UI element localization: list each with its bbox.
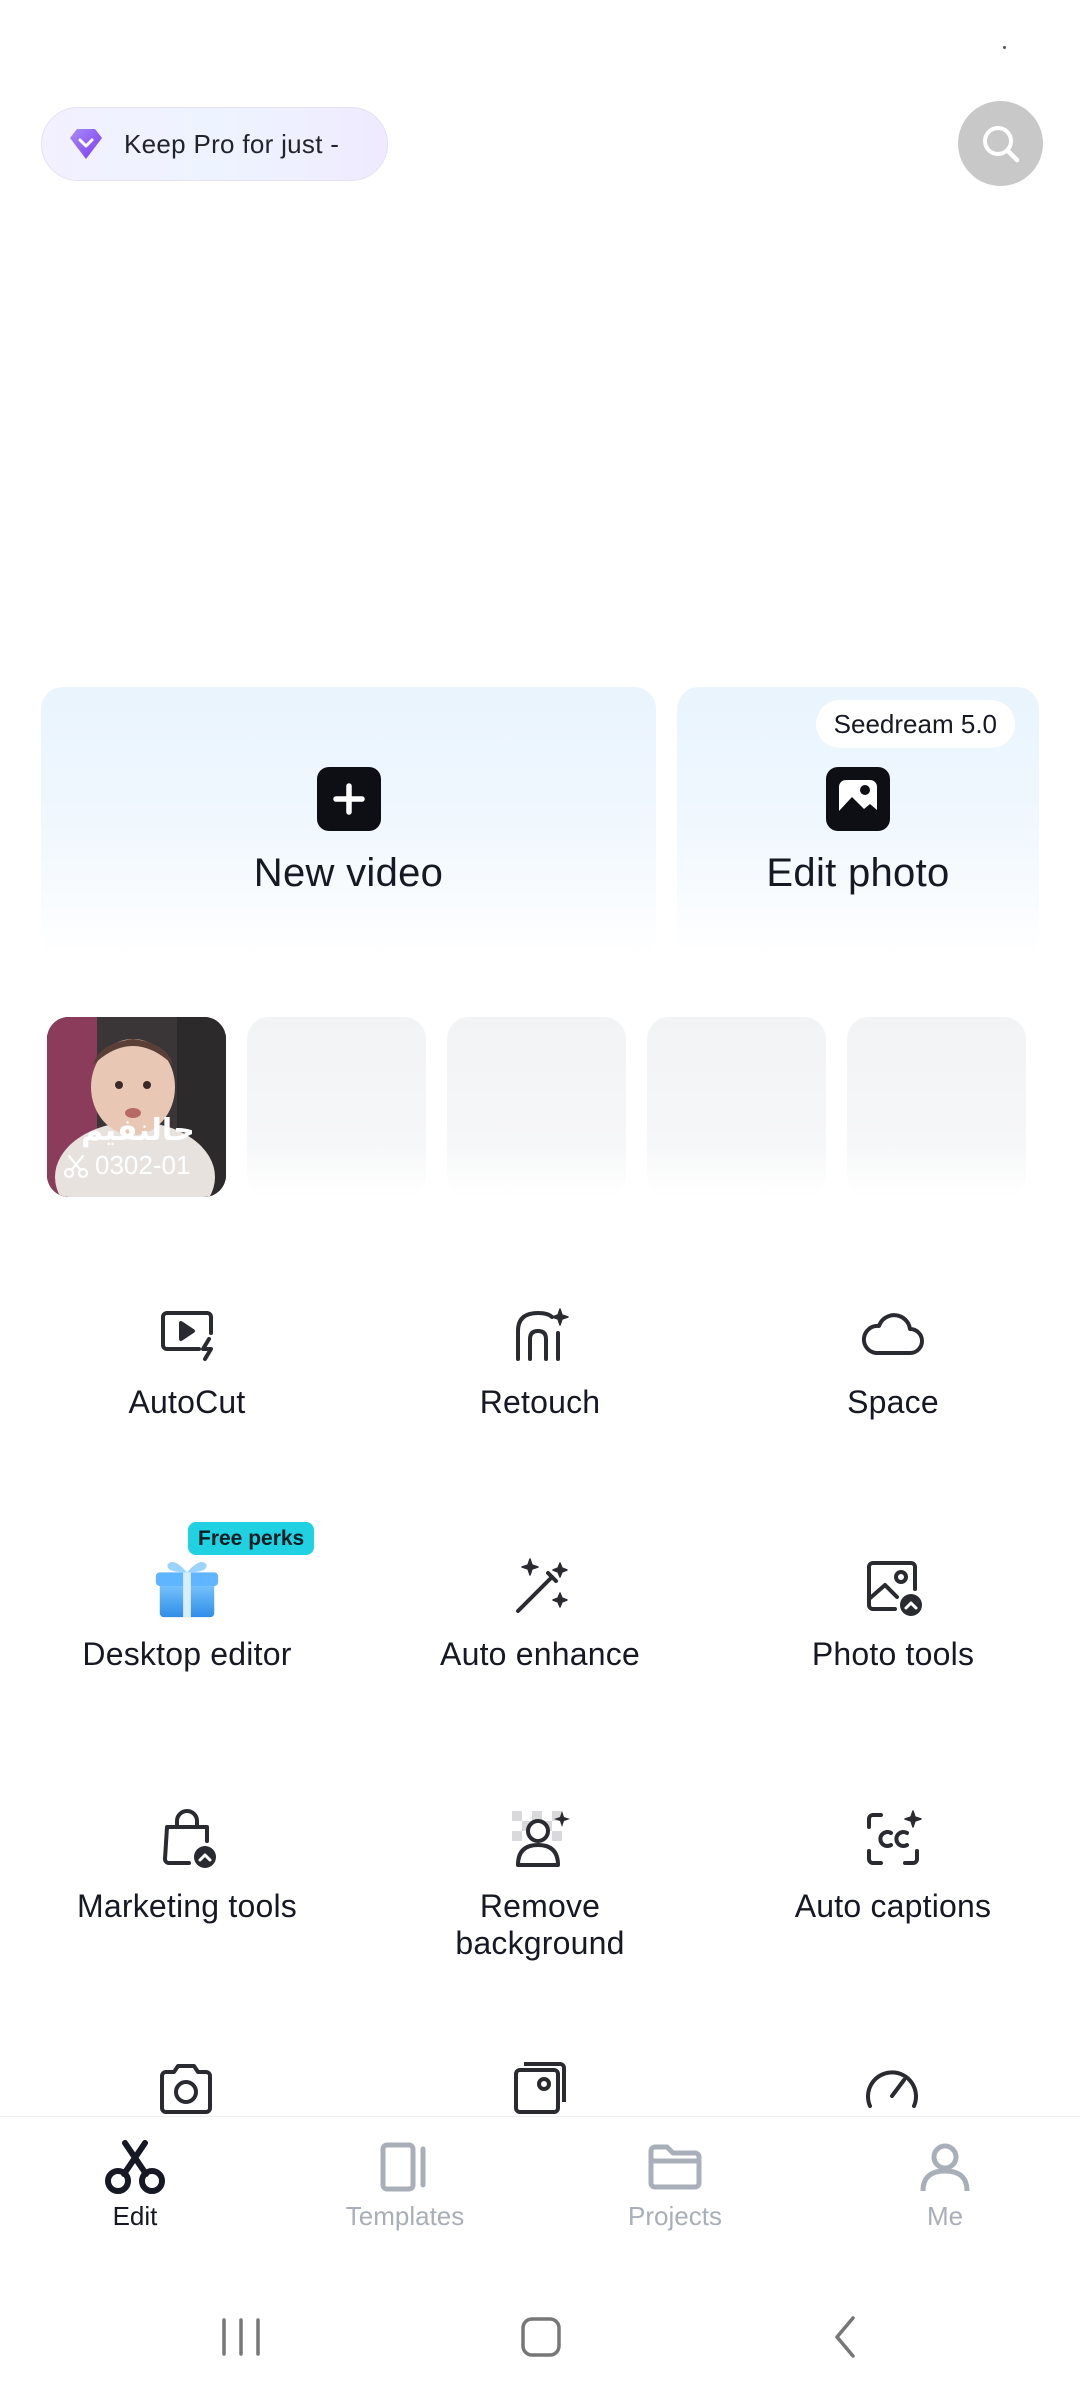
draft-placeholder [447,1017,626,1197]
marketing-bag-icon [152,1804,222,1874]
tool-desktop-editor[interactable]: Desktop editor [7,1552,367,1673]
tool-remove-background[interactable]: Remove background [360,1804,720,1962]
nav-label: Projects [628,2201,722,2231]
draft-placeholder [247,1017,426,1197]
tool-retouch[interactable]: Retouch [360,1300,720,1421]
tool-label: Auto enhance [440,1636,640,1672]
new-video-card[interactable]: New video [41,687,656,957]
keep-pro-banner[interactable]: Keep Pro for just - [41,107,388,181]
plus-icon [316,767,381,831]
retouch-icon [505,1300,575,1370]
nav-label: Edit [112,2201,158,2231]
gift-icon [152,1552,222,1622]
captions-icon [858,1804,928,1874]
draft-thumbnail[interactable]: حالنفيم 0302-01 [47,1017,226,1197]
tool-label: Photo tools [811,1636,975,1672]
photo-tools-icon [858,1552,928,1622]
system-navigation-bar [0,2280,1080,2400]
free-perks-badge: Free perks [188,1522,315,1555]
new-video-label: New video [253,851,444,895]
recent-apps-icon[interactable] [218,2312,264,2362]
nav-label: Me [926,2201,964,2231]
nav-me[interactable]: Me [845,2139,1045,2232]
tool-auto-captions[interactable]: Auto captions [713,1804,1073,1925]
tool-marketing-tools[interactable]: Marketing tools [7,1804,367,1925]
diamond-icon [70,129,102,159]
remove-bg-icon [505,1804,575,1874]
keep-pro-label: Keep Pro for just - [124,128,340,159]
home-icon[interactable] [518,2312,564,2362]
draft-placeholder [647,1017,826,1197]
person-icon [920,2143,970,2192]
nav-projects[interactable]: Projects [575,2139,775,2232]
tool-space[interactable]: Space [713,1300,1073,1421]
autocut-icon [152,1300,222,1370]
edit-photo-card[interactable]: Seedream 5.0 Edit photo [677,687,1039,957]
nav-edit[interactable]: Edit [35,2139,235,2232]
scissors-icon [105,2140,165,2194]
scissors-icon [63,1154,89,1178]
search-icon [982,125,1019,162]
tool-label: Remove background [455,1888,625,1961]
nav-templates[interactable]: Templates [305,2139,505,2232]
cloud-icon [858,1300,928,1370]
templates-icon [380,2142,426,2192]
search-button[interactable] [958,101,1043,186]
edit-photo-label: Edit photo [766,851,950,895]
nav-label: Templates [345,2201,465,2231]
draft-overlay-text: حالنفيم [81,1114,195,1147]
tool-label: Desktop editor [82,1636,292,1672]
seedream-badge: Seedream 5.0 [815,700,1015,748]
folder-icon [648,2144,702,2190]
image-enhance-icon[interactable] [508,2056,572,2116]
tool-label: Space [847,1384,939,1420]
tool-label: AutoCut [128,1384,246,1420]
tool-photo-tools[interactable]: Photo tools [713,1552,1073,1673]
draft-placeholder [847,1017,1026,1197]
bottom-navigation: Edit Templates Projects Me [0,2116,1080,2246]
tool-label: Marketing tools [77,1888,297,1924]
speed-gauge-icon[interactable] [860,2056,924,2116]
camera-icon[interactable] [154,2056,218,2116]
back-icon[interactable] [823,2312,869,2362]
tool-label: Retouch [479,1384,601,1420]
image-icon [826,767,890,831]
tool-autocut[interactable]: AutoCut [7,1300,367,1421]
tool-label: Auto captions [794,1888,992,1924]
draft-caption: 0302-01 [63,1150,190,1181]
magic-wand-icon [505,1552,575,1622]
draft-caption-label: 0302-01 [95,1150,191,1180]
tool-auto-enhance[interactable]: Auto enhance [360,1552,720,1673]
status-indicator-dot [1003,46,1006,49]
